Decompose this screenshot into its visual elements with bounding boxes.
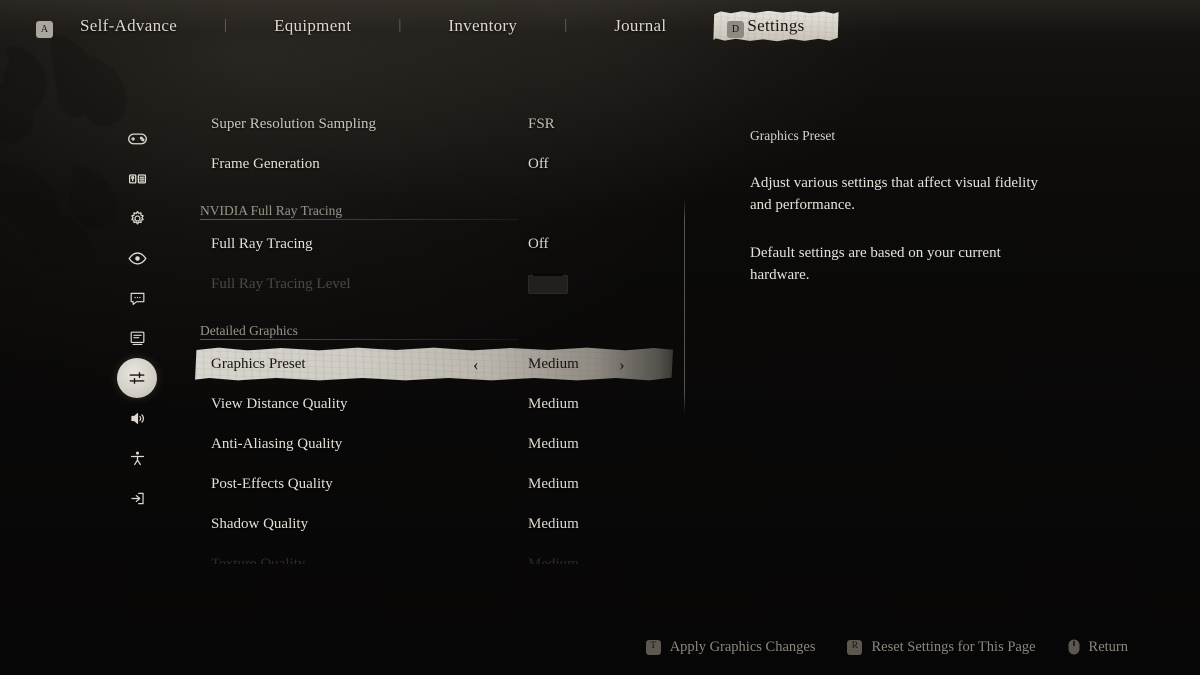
section-header-detailed-graphics: Detailed Graphics	[195, 304, 685, 344]
sidebar-item-graphics[interactable]	[117, 358, 157, 398]
setting-value: Medium	[528, 435, 579, 452]
setting-value: Medium	[528, 395, 579, 412]
sidebar-item-exit[interactable]	[117, 478, 157, 518]
section-divider	[200, 219, 518, 220]
footer-hint-bar: T Apply Graphics Changes R Reset Setting…	[0, 635, 1200, 659]
sidebar-item-keyboard[interactable]	[117, 158, 157, 198]
key-badge-r: R	[847, 639, 863, 655]
setting-row-shadow-quality[interactable]: Shadow Quality Medium	[195, 504, 685, 544]
setting-row-view-distance-quality[interactable]: View Distance Quality Medium	[195, 384, 685, 424]
tab-inventory[interactable]: Inventory	[448, 16, 517, 36]
hint-label: Return	[1088, 638, 1128, 655]
monitor-icon	[130, 331, 144, 345]
sidebar-item-display[interactable]	[117, 318, 157, 358]
setting-label: Full Ray Tracing Level	[211, 275, 351, 292]
setting-label: Graphics Preset	[211, 355, 306, 372]
setting-value: Medium	[528, 555, 579, 565]
settings-scrollbar[interactable]	[684, 198, 685, 414]
chat-bubble-icon	[130, 292, 144, 305]
setting-label: Full Ray Tracing	[211, 235, 313, 252]
hint-reset-settings[interactable]: R Reset Settings for This Page	[847, 638, 1036, 656]
setting-description-panel: Graphics Preset Adjust various settings …	[750, 128, 1060, 312]
setting-value: Medium	[528, 515, 579, 532]
settings-list[interactable]: Super Resolution Sampling FSR Frame Gene…	[195, 104, 685, 564]
setting-label: View Distance Quality	[211, 395, 348, 412]
section-divider	[200, 339, 518, 340]
description-paragraph-1: Adjust various settings that affect visu…	[750, 175, 1039, 214]
setting-label: Post-Effects Quality	[211, 475, 333, 492]
setting-label: Texture Quality	[211, 555, 306, 565]
sidebar-item-gamepad[interactable]	[117, 118, 157, 158]
setting-value: Off	[528, 235, 549, 252]
nav-separator: |	[564, 16, 568, 33]
exit-icon	[130, 492, 144, 504]
speaker-icon	[130, 412, 144, 424]
nav-separator: |	[224, 16, 228, 33]
setting-row-super-resolution-sampling[interactable]: Super Resolution Sampling FSR	[195, 104, 685, 144]
nav-tab-list: Self-Advance | Equipment | Inventory | J…	[80, 0, 839, 52]
sidebar-item-gear[interactable]	[117, 198, 157, 238]
nav-separator: |	[398, 16, 402, 33]
sliders-icon	[129, 372, 145, 384]
setting-value: Medium	[528, 355, 579, 372]
calligraphy-watermark	[0, 32, 127, 271]
setting-label: Anti-Aliasing Quality	[211, 435, 343, 452]
sidebar-item-chat[interactable]	[117, 278, 157, 318]
description-paragraph-2: Default settings are based on your curre…	[750, 245, 1001, 284]
decrement-arrow-icon[interactable]: ‹	[473, 356, 479, 373]
section-header-nvidia-full-ray-tracing: NVIDIA Full Ray Tracing	[195, 184, 685, 224]
setting-row-graphics-preset[interactable]: Graphics Preset ‹ Medium ›	[195, 347, 685, 381]
setting-row-anti-aliasing-quality[interactable]: Anti-Aliasing Quality Medium	[195, 424, 685, 464]
setting-row-full-ray-tracing-level: Full Ray Tracing Level	[195, 264, 685, 304]
next-tab-key-badge[interactable]: D	[727, 21, 744, 38]
setting-value: Off	[528, 155, 549, 172]
gear-icon	[130, 210, 144, 225]
hint-apply-graphics-changes[interactable]: T Apply Graphics Changes	[645, 638, 816, 656]
sidebar-item-accessibility[interactable]	[117, 438, 157, 478]
settings-category-sidebar	[117, 118, 157, 518]
section-label: NVIDIA Full Ray Tracing	[200, 203, 343, 218]
hint-return[interactable]: Return	[1068, 639, 1128, 656]
setting-value: FSR	[528, 115, 555, 132]
setting-row-frame-generation[interactable]: Frame Generation Off	[195, 144, 685, 184]
setting-label: Frame Generation	[211, 155, 320, 172]
key-badge-t: T	[645, 639, 661, 655]
setting-label: Super Resolution Sampling	[211, 115, 376, 132]
section-label: Detailed Graphics	[200, 323, 298, 338]
setting-row-texture-quality[interactable]: Texture Quality Medium	[195, 544, 685, 565]
tab-equipment[interactable]: Equipment	[274, 16, 351, 36]
accessibility-icon	[130, 451, 144, 465]
setting-row-full-ray-tracing[interactable]: Full Ray Tracing Off	[195, 224, 685, 264]
setting-value: Medium	[528, 475, 579, 492]
gamepad-icon	[127, 132, 147, 144]
setting-label: Shadow Quality	[211, 515, 309, 532]
increment-arrow-icon[interactable]: ›	[619, 356, 625, 373]
tab-journal[interactable]: Journal	[614, 16, 666, 36]
eye-icon	[128, 251, 146, 265]
hint-label: Apply Graphics Changes	[669, 638, 816, 655]
sidebar-item-eye[interactable]	[117, 238, 157, 278]
top-navigation-bar: A Self-Advance | Equipment | Inventory |…	[0, 0, 1200, 52]
mouse-icon	[1068, 639, 1080, 655]
tab-self-advance[interactable]: Self-Advance	[80, 16, 177, 36]
keyboard-icon	[128, 173, 146, 184]
description-title: Graphics Preset	[750, 128, 836, 143]
disabled-slider-widget	[528, 272, 568, 294]
sidebar-item-audio[interactable]	[117, 398, 157, 438]
setting-row-post-effects-quality[interactable]: Post-Effects Quality Medium	[195, 464, 685, 504]
hint-label: Reset Settings for This Page	[871, 638, 1036, 655]
prev-tab-key-badge[interactable]: A	[36, 21, 53, 38]
